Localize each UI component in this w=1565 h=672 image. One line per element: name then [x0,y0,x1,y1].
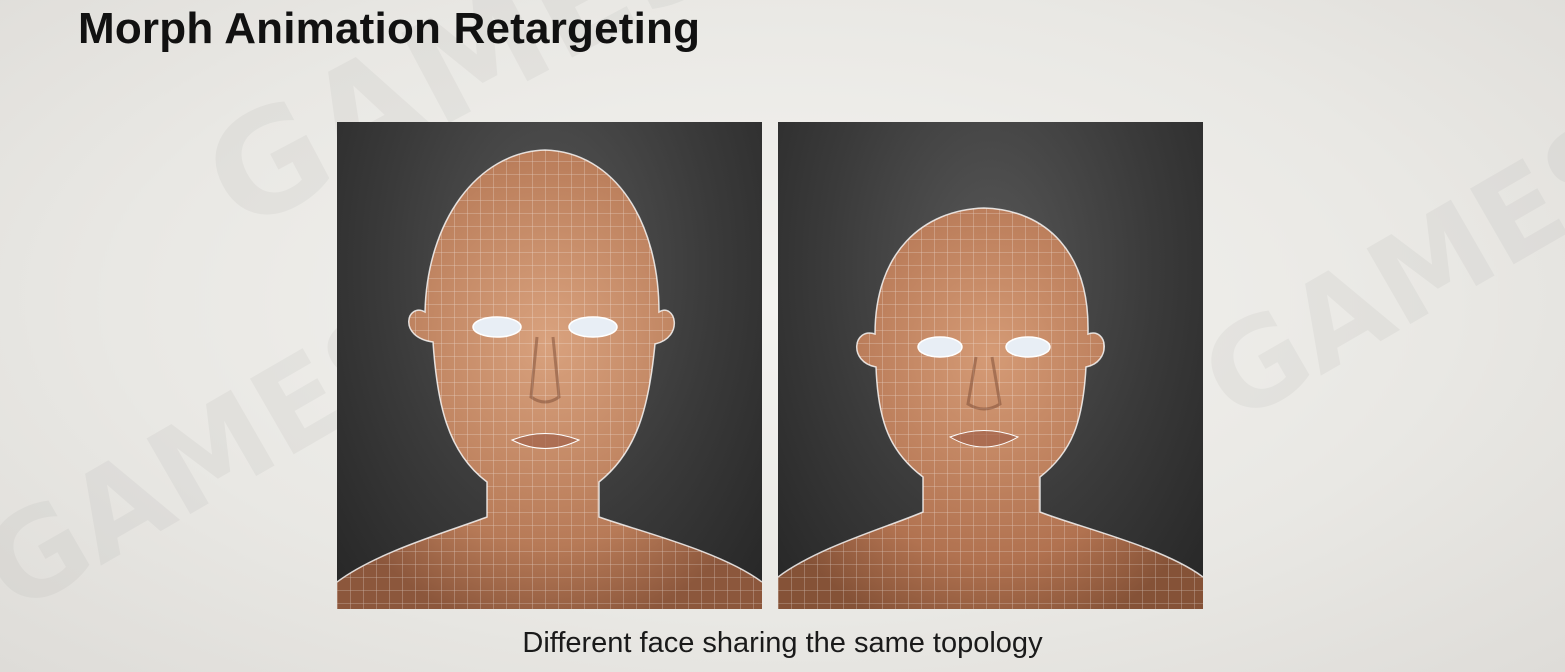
slide-title: Morph Animation Retargeting [78,4,701,53]
face-image-right [778,122,1203,609]
watermark-text: GAMES104 [1180,0,1565,450]
face-image-left [337,122,762,609]
wireframe-face-left [337,149,762,609]
wireframe-face-right [778,207,1203,609]
figure-caption: Different face sharing the same topology [522,627,1043,659]
